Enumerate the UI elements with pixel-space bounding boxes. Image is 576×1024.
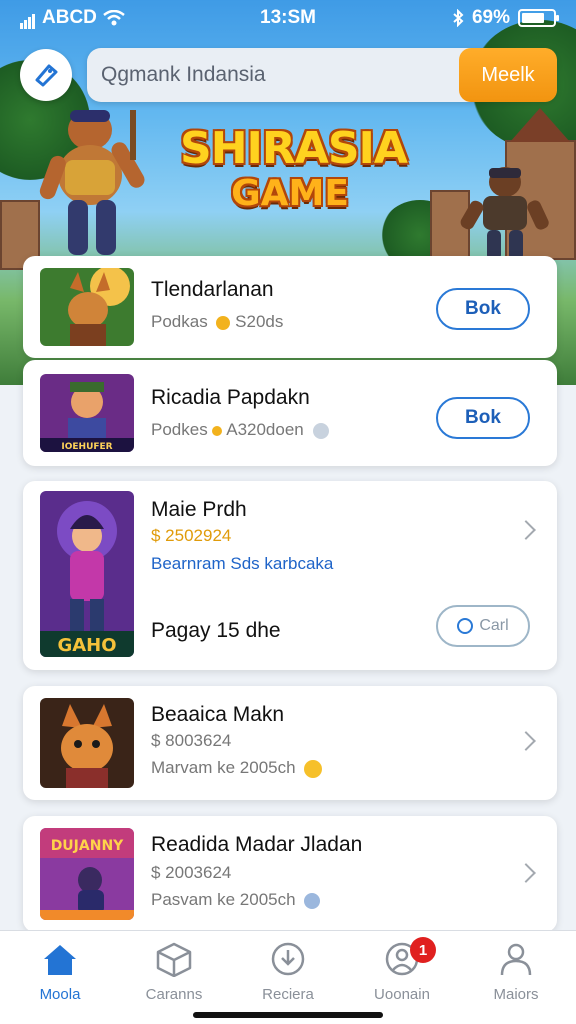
warrior-character-art	[39, 110, 145, 255]
game-thumbnail	[40, 268, 134, 346]
card-detail: Pasvam ke 2005ch	[151, 890, 321, 910]
book-button[interactable]: Bok	[436, 397, 530, 439]
card-price: $ 2502924	[151, 526, 232, 545]
tab-home[interactable]: Moola	[10, 941, 110, 1003]
search-input[interactable]: Qgmank Indansia	[101, 63, 266, 87]
bluetooth-icon	[453, 9, 464, 27]
tag-icon	[35, 64, 58, 87]
card-detail-text: Marvam ke 2005ch	[151, 758, 296, 777]
card-link[interactable]: Bearnram Sds karbcaka	[151, 554, 333, 574]
game-card[interactable]: Beaaica Makn $ 8003624 Marvam ke 2005ch	[23, 686, 557, 800]
card-meta: A320doen	[226, 420, 304, 439]
roof-decoration	[510, 108, 570, 142]
thumbnail-caption: DUJANNY	[51, 838, 124, 854]
game-card[interactable]: Tlendarlanan Podkas S20ds Bok	[23, 256, 557, 358]
thumbnail-caption: GAHO	[57, 635, 116, 656]
coin-icon	[212, 425, 223, 436]
card-title: Beaaica Makn	[151, 703, 285, 726]
game-title-logo: SHIRASIA GAME	[180, 123, 408, 215]
cart-button[interactable]: Carl	[436, 605, 530, 647]
cart-button-label: Carl	[479, 617, 509, 634]
card-subtitle-text: Podkes	[151, 420, 208, 439]
status-bar: ABCD 13:SM 69%	[0, 0, 576, 36]
search-bar[interactable]: Qgmank Indansia Meelk	[87, 48, 557, 102]
coin-icon	[216, 315, 231, 330]
tab-reciera[interactable]: Reciera	[238, 941, 338, 1003]
tab-label: Moola	[39, 986, 81, 1003]
game-card[interactable]: DUJANNY Readida Madar Jladan $ 2003624 P…	[23, 816, 557, 932]
tab-label: Maiors	[493, 986, 539, 1003]
game-card-featured[interactable]: GAHO Maie Prdh $ 2502924 Bearnram Sds ka…	[23, 481, 557, 670]
smile-icon	[304, 759, 323, 778]
card-subtitle: Podkas S20ds	[151, 312, 283, 332]
notification-badge: 1	[410, 937, 436, 963]
card-title: Tlendarlanan	[151, 278, 274, 301]
home-indicator[interactable]	[193, 1012, 383, 1018]
tab-label: Uoonain	[374, 986, 430, 1003]
game-thumbnail	[40, 698, 134, 788]
bottom-tab-bar: Moola Caranns Reciera 1 Uoonain Maiors	[0, 930, 576, 1024]
battery-percent: 69%	[471, 7, 510, 28]
card-subtitle-text: Podkas	[151, 312, 208, 331]
game-thumbnail: GAHO	[40, 491, 134, 657]
chevron-right-icon[interactable]	[516, 520, 536, 540]
app-logo-button[interactable]	[20, 49, 72, 101]
download-icon	[271, 942, 305, 976]
info-icon	[304, 892, 321, 909]
tab-maiors[interactable]: Maiors	[466, 941, 566, 1003]
battery-icon	[518, 9, 559, 27]
search-button[interactable]: Meelk	[459, 48, 557, 102]
card-title: Readida Madar Jladan	[151, 833, 363, 856]
card-title: Ricadia Papdakn	[151, 386, 310, 409]
game-card[interactable]: IOEHUFER Ricadia Papdakn Podkes A320doen…	[23, 360, 557, 466]
card-detail-text: Pasvam ke 2005ch	[151, 890, 296, 909]
home-icon	[44, 945, 76, 975]
game-title-line1: SHIRASIA	[180, 123, 408, 174]
game-thumbnail: IOEHUFER	[40, 374, 134, 452]
card-price: $ 2003624	[151, 863, 232, 882]
card-title: Maie Prdh	[151, 498, 247, 521]
book-button[interactable]: Bok	[436, 288, 530, 330]
warrior-character-art	[460, 167, 549, 260]
game-title-line2: GAME	[231, 173, 349, 214]
tab-uoonain[interactable]: 1 Uoonain	[352, 937, 452, 1003]
chevron-right-icon[interactable]	[516, 731, 536, 751]
cube-icon	[156, 942, 192, 978]
tab-label: Caranns	[145, 986, 203, 1003]
card-meta: S20ds	[235, 312, 284, 331]
profile-icon	[500, 943, 532, 976]
chevron-right-icon[interactable]	[516, 863, 536, 883]
tab-label: Reciera	[262, 986, 314, 1003]
card-subtitle: Podkes A320doen	[151, 420, 329, 440]
tab-caranns[interactable]: Caranns	[124, 941, 224, 1003]
card-footer-text: Pagay 15 dhe	[151, 619, 281, 642]
card-price: $ 8003624	[151, 731, 232, 750]
card-detail: Marvam ke 2005ch	[151, 758, 323, 778]
radio-icon	[457, 618, 474, 634]
thumbnail-caption: IOEHUFER	[61, 442, 112, 452]
game-thumbnail: DUJANNY	[40, 828, 134, 920]
info-icon	[312, 422, 329, 439]
